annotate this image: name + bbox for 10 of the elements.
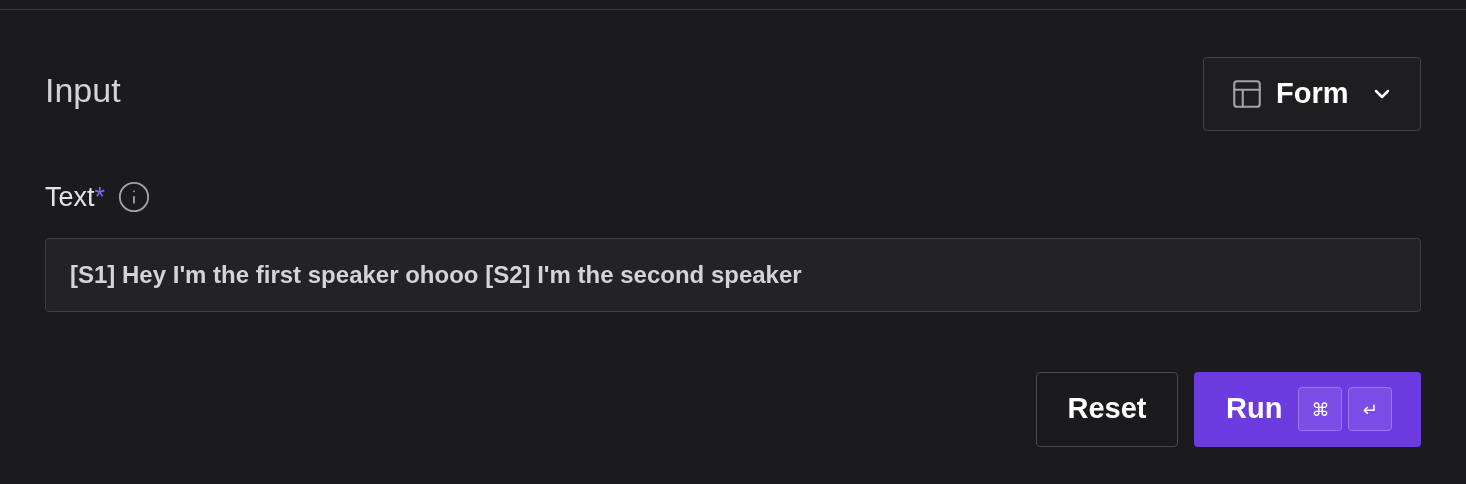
section-title: Input: [45, 70, 121, 111]
text-input-field[interactable]: [S1] Hey I'm the first speaker ohooo [S2] I'm the second speaker: [45, 237, 1421, 312]
view-dropdown[interactable]: Form: [1203, 57, 1421, 131]
info-icon[interactable]: [117, 180, 152, 215]
reset-button[interactable]: Reset: [1036, 371, 1178, 447]
shortcut-key: ⌘: [1298, 387, 1343, 431]
shortcut-key: ↵: [1348, 387, 1393, 431]
field-label: Text*: [45, 181, 106, 214]
layout-icon: [1230, 77, 1264, 111]
run-button[interactable]: Run ⌘ ↵: [1194, 371, 1421, 447]
